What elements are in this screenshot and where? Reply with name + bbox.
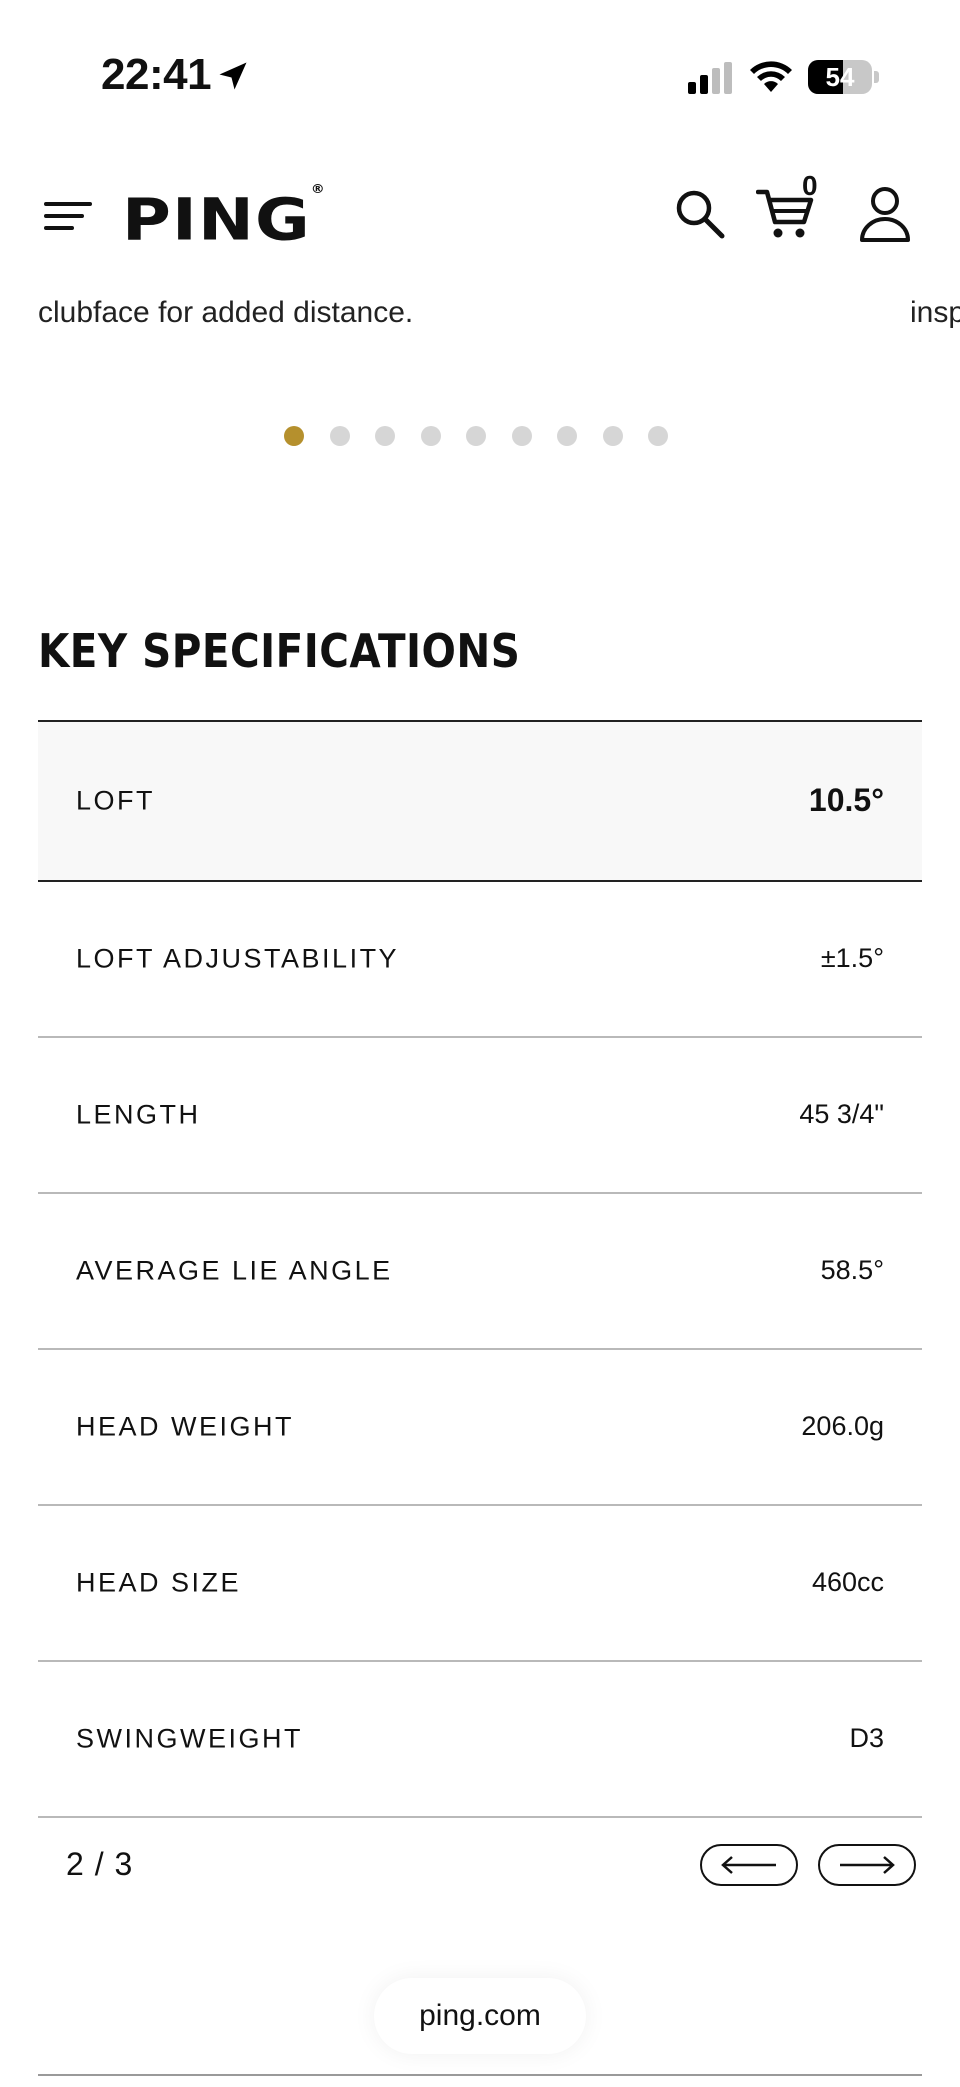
browser-url-bar[interactable]: ping.com: [374, 1978, 586, 2054]
battery-level: 54: [825, 62, 855, 92]
hamburger-menu-icon[interactable]: [44, 196, 94, 236]
spec-row: LENGTH 45 3/4": [38, 1038, 922, 1194]
carousel-dot[interactable]: [284, 426, 304, 446]
site-header: PING® 0: [0, 160, 960, 270]
spec-row: LOFT 10.5°: [38, 720, 922, 882]
carousel-dot[interactable]: [648, 426, 668, 446]
spec-value: 10.5°: [808, 781, 884, 818]
spec-page-indicator: 2 / 3: [66, 1846, 134, 1882]
location-arrow-icon: [219, 62, 247, 90]
carousel-pagination: [0, 426, 960, 446]
carousel-next-slide-text: insp: [910, 296, 960, 329]
wifi-icon: [750, 61, 792, 92]
arrow-left-icon: [721, 1856, 776, 1874]
carousel-dot[interactable]: [329, 426, 350, 446]
spec-value: 45 3/4": [799, 1098, 884, 1129]
spec-label: LENGTH: [76, 1099, 201, 1130]
spec-value: D3: [849, 1722, 884, 1753]
spec-label: SWINGWEIGHT: [76, 1723, 303, 1754]
search-icon[interactable]: [672, 186, 728, 242]
spec-value: 460cc: [811, 1566, 884, 1597]
arrow-right-icon: [840, 1856, 895, 1874]
section-title: KEY SPECIFICATIONS: [38, 624, 521, 678]
spec-table: LOFT 10.5° LOFT ADJUSTABILITY ±1.5° LENGTH 45…: [38, 720, 922, 1818]
spec-value: ±1.5°: [820, 942, 884, 973]
spec-value: 58.5°: [820, 1254, 884, 1285]
spec-label: LOFT: [76, 785, 156, 816]
bottom-divider: [38, 2074, 922, 2076]
status-bar: 22:41 54: [0, 0, 960, 150]
carousel-dot[interactable]: [420, 426, 441, 446]
spec-row: AVERAGE LIE ANGLE 58.5°: [38, 1194, 922, 1350]
carousel-dot[interactable]: [602, 426, 623, 446]
spec-value: 206.0g: [801, 1410, 884, 1441]
carousel-dot[interactable]: [557, 426, 577, 446]
carousel-dot[interactable]: [511, 426, 532, 446]
user-icon[interactable]: [858, 184, 912, 244]
spec-row: HEAD WEIGHT 206.0g: [38, 1350, 922, 1506]
spec-label: LOFT ADJUSTABILITY: [76, 943, 400, 974]
spec-label: AVERAGE LIE ANGLE: [76, 1255, 393, 1286]
cellular-signal-icon: [688, 62, 732, 94]
carousel-dot[interactable]: [375, 426, 395, 446]
battery-indicator: 54: [808, 60, 880, 96]
carousel-dot[interactable]: [466, 426, 486, 446]
status-time: 22:41: [101, 50, 212, 99]
ping-logo[interactable]: PING®: [122, 182, 326, 252]
spec-row: SWINGWEIGHT D3: [38, 1662, 922, 1818]
spec-label: HEAD SIZE: [76, 1567, 242, 1598]
next-button[interactable]: [818, 1844, 916, 1886]
cart-count-badge: 0: [802, 170, 818, 201]
spec-label: HEAD WEIGHT: [76, 1411, 295, 1442]
prev-button[interactable]: [700, 1844, 798, 1886]
carousel-slide-text: clubface for added distance.: [38, 296, 414, 329]
spec-row: HEAD SIZE 460cc: [38, 1506, 922, 1662]
spec-row: LOFT ADJUSTABILITY ±1.5°: [38, 882, 922, 1038]
